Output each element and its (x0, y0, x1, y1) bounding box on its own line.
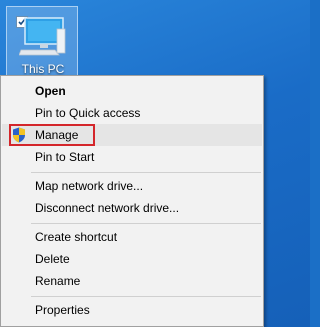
menu-item-disconnect-network-drive[interactable]: Disconnect network drive... (2, 197, 262, 219)
menu-item-properties[interactable]: Properties (2, 299, 262, 321)
menu-item-label: Open (35, 84, 66, 98)
menu-item-label: Manage (35, 128, 79, 142)
menu-item-label: Properties (35, 303, 90, 317)
menu-item-pin-quick-access[interactable]: Pin to Quick access (2, 102, 262, 124)
menu-item-open[interactable]: Open (2, 80, 262, 102)
menu-item-label: Disconnect network drive... (35, 201, 180, 215)
menu-item-delete[interactable]: Delete (2, 248, 262, 270)
menu-item-create-shortcut[interactable]: Create shortcut (2, 226, 262, 248)
menu-item-label: Pin to Quick access (35, 106, 141, 120)
this-pc-desktop-icon[interactable]: This PC (6, 6, 78, 78)
context-menu: Open Pin to Quick access Manage Pin to S… (0, 75, 264, 327)
menu-separator (31, 172, 261, 173)
menu-item-pin-to-start[interactable]: Pin to Start (2, 146, 262, 168)
menu-item-label: Map network drive... (35, 179, 144, 193)
menu-item-label: Create shortcut (35, 230, 118, 244)
computer-icon (19, 17, 66, 56)
menu-item-manage[interactable]: Manage (2, 124, 262, 146)
this-pc-label: This PC (21, 62, 65, 76)
menu-item-map-network-drive[interactable]: Map network drive... (2, 175, 262, 197)
menu-item-label: Delete (35, 252, 70, 266)
menu-item-rename[interactable]: Rename (2, 270, 262, 292)
menu-separator (31, 296, 261, 297)
menu-item-label: Rename (35, 274, 81, 288)
menu-item-label: Pin to Start (35, 150, 95, 164)
menu-separator (31, 223, 261, 224)
